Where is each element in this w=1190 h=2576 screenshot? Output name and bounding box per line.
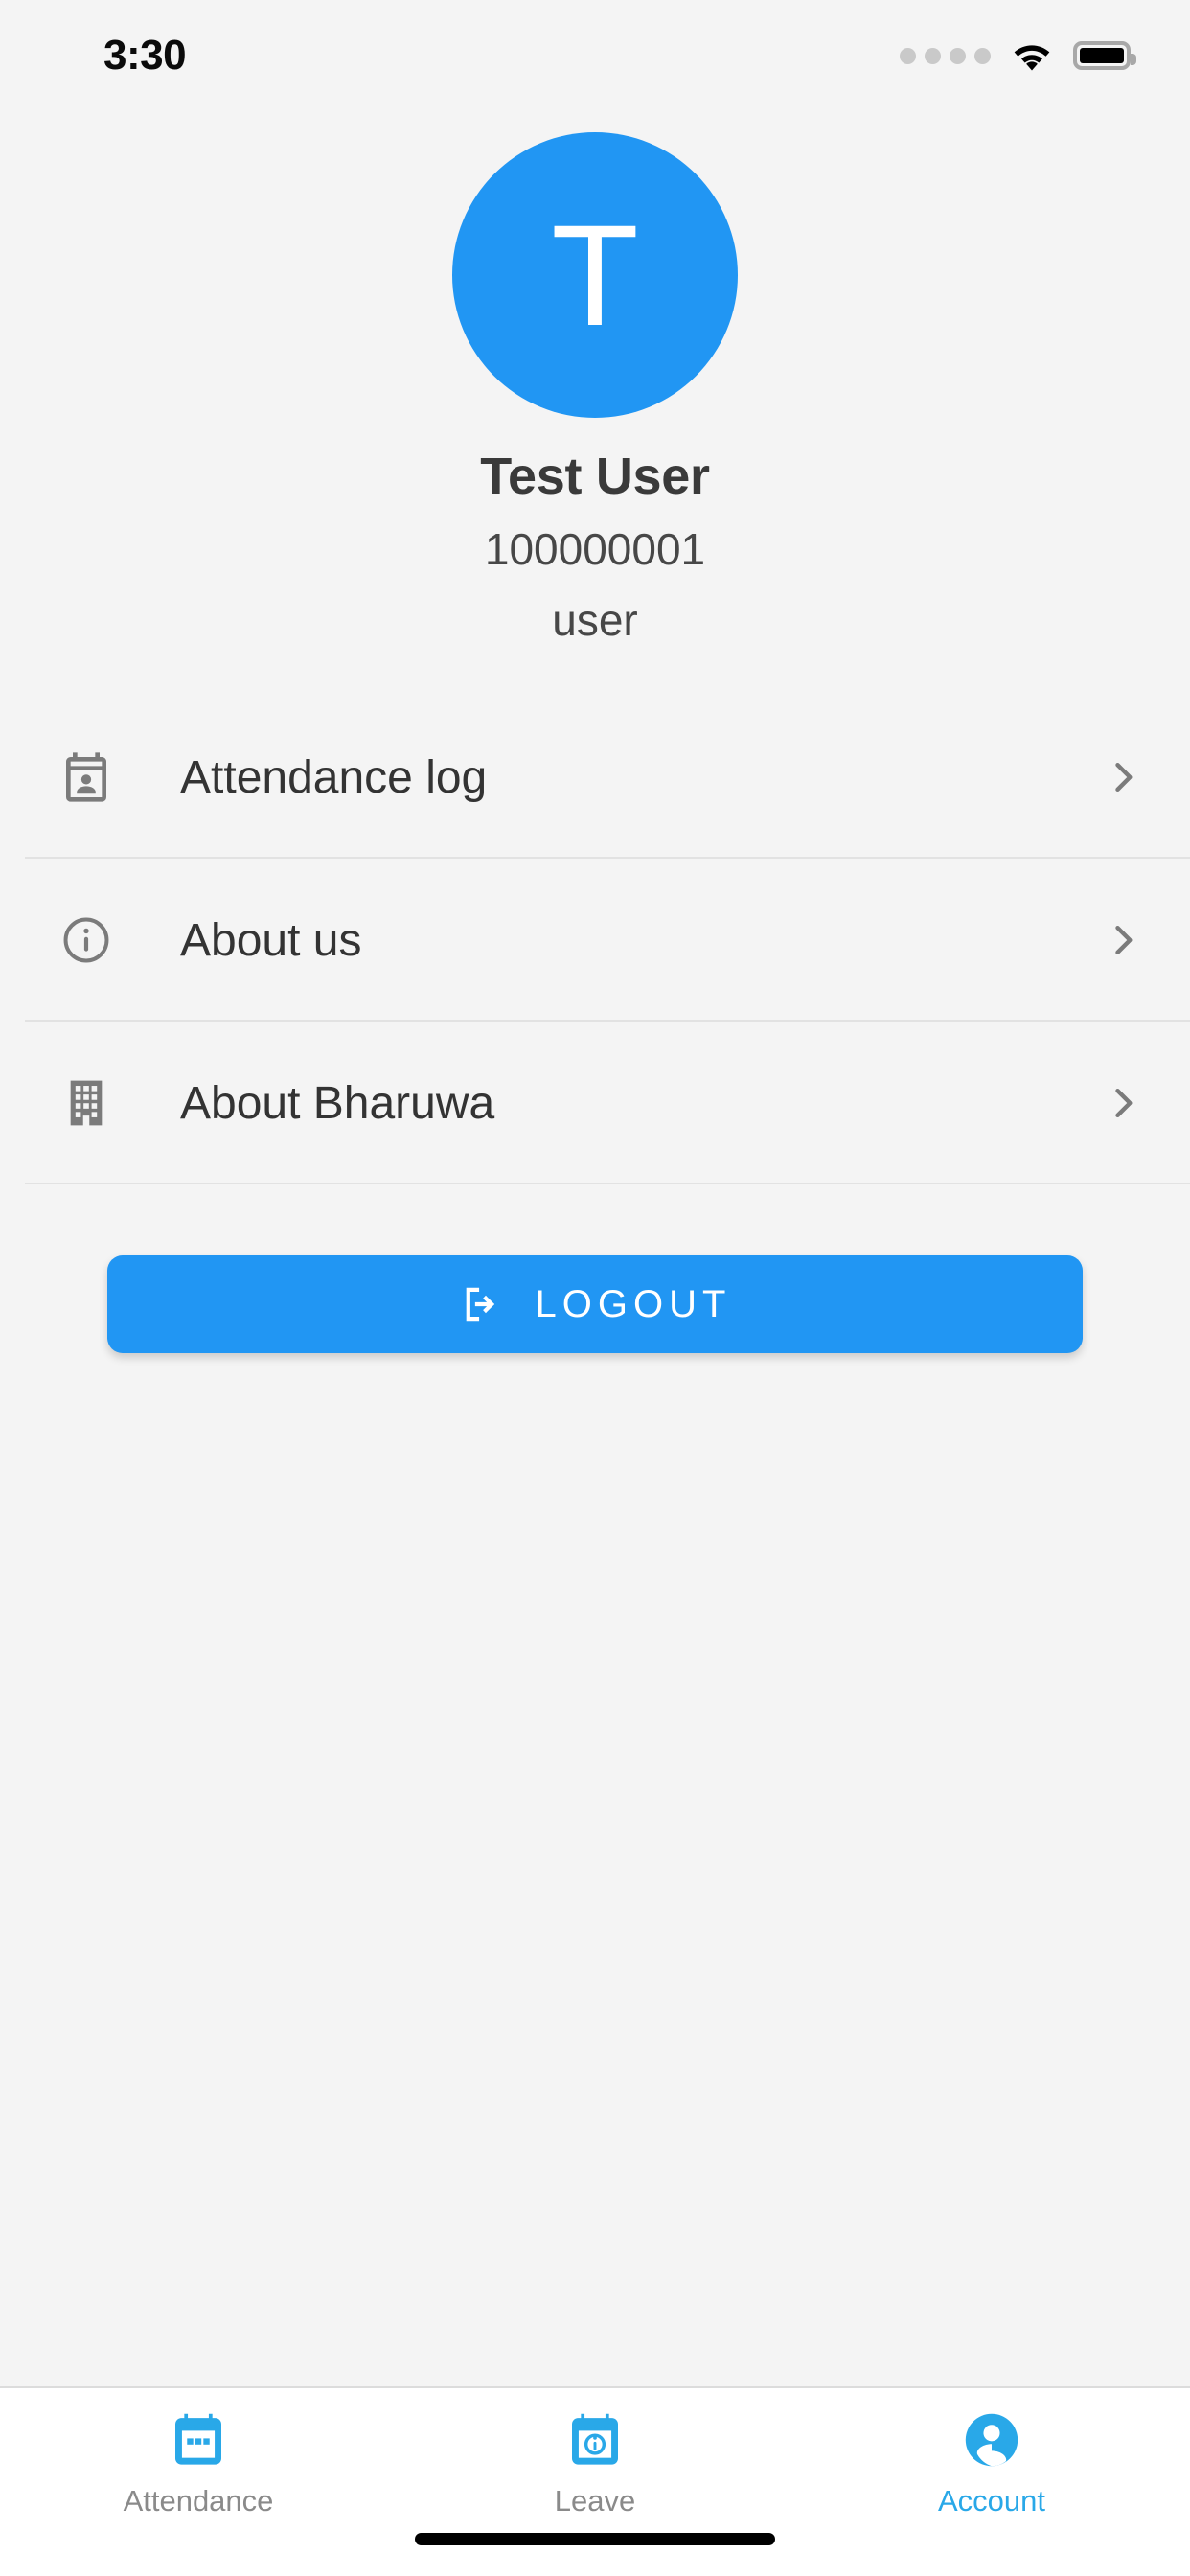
info-circle-outline-icon xyxy=(46,913,126,967)
wifi-icon xyxy=(1014,45,1050,71)
tab-leave[interactable]: Leave xyxy=(397,2409,793,2518)
logout-button[interactable]: LOGOUT xyxy=(107,1255,1083,1353)
profile-name: Test User xyxy=(480,448,710,505)
home-indicator[interactable] xyxy=(415,2533,775,2545)
tab-label: Attendance xyxy=(123,2484,274,2518)
signal-dots-icon xyxy=(900,47,991,64)
chevron-right-icon xyxy=(1102,1082,1144,1124)
status-bar-time: 3:30 xyxy=(103,32,187,79)
bottom-tab-bar: Attendance Leave Account xyxy=(0,2386,1190,2576)
menu-list: Attendance log About us About Bharuwa xyxy=(0,696,1190,1184)
calendar-info-icon xyxy=(572,2413,618,2465)
avatar: T xyxy=(452,132,738,418)
tab-label: Account xyxy=(937,2484,1045,2518)
menu-item-label: About us xyxy=(180,914,362,966)
profile-id: 100000001 xyxy=(484,524,706,574)
menu-item-label: About Bharuwa xyxy=(180,1077,495,1129)
menu-divider xyxy=(25,1183,1190,1184)
perm-contact-calendar-icon xyxy=(46,750,126,804)
menu-item-about-bharuwa[interactable]: About Bharuwa xyxy=(0,1022,1190,1184)
building-icon xyxy=(46,1076,126,1130)
logout-section: LOGOUT xyxy=(0,1184,1190,1353)
chevron-right-icon xyxy=(1102,756,1144,798)
tab-attendance[interactable]: Attendance xyxy=(0,2409,397,2518)
battery-full-icon xyxy=(1073,41,1136,70)
menu-item-attendance-log[interactable]: Attendance log xyxy=(0,696,1190,859)
status-bar-indicators xyxy=(900,39,1136,72)
calendar-icon xyxy=(175,2413,221,2465)
tab-label: Leave xyxy=(554,2484,636,2518)
logout-icon xyxy=(466,1287,494,1322)
chevron-right-icon xyxy=(1102,919,1144,961)
menu-item-label: Attendance log xyxy=(180,751,488,803)
menu-item-about-us[interactable]: About us xyxy=(0,859,1190,1022)
tab-account[interactable]: Account xyxy=(793,2409,1190,2518)
status-bar: 3:30 xyxy=(0,0,1190,100)
app-screen: 3:30 T Test User 100000001 user Attendan… xyxy=(0,0,1190,2576)
profile-role: user xyxy=(552,595,638,645)
profile-header: T Test User 100000001 user xyxy=(0,100,1190,646)
logout-button-label: LOGOUT xyxy=(535,1282,732,1325)
account-circle-icon xyxy=(965,2413,1018,2467)
